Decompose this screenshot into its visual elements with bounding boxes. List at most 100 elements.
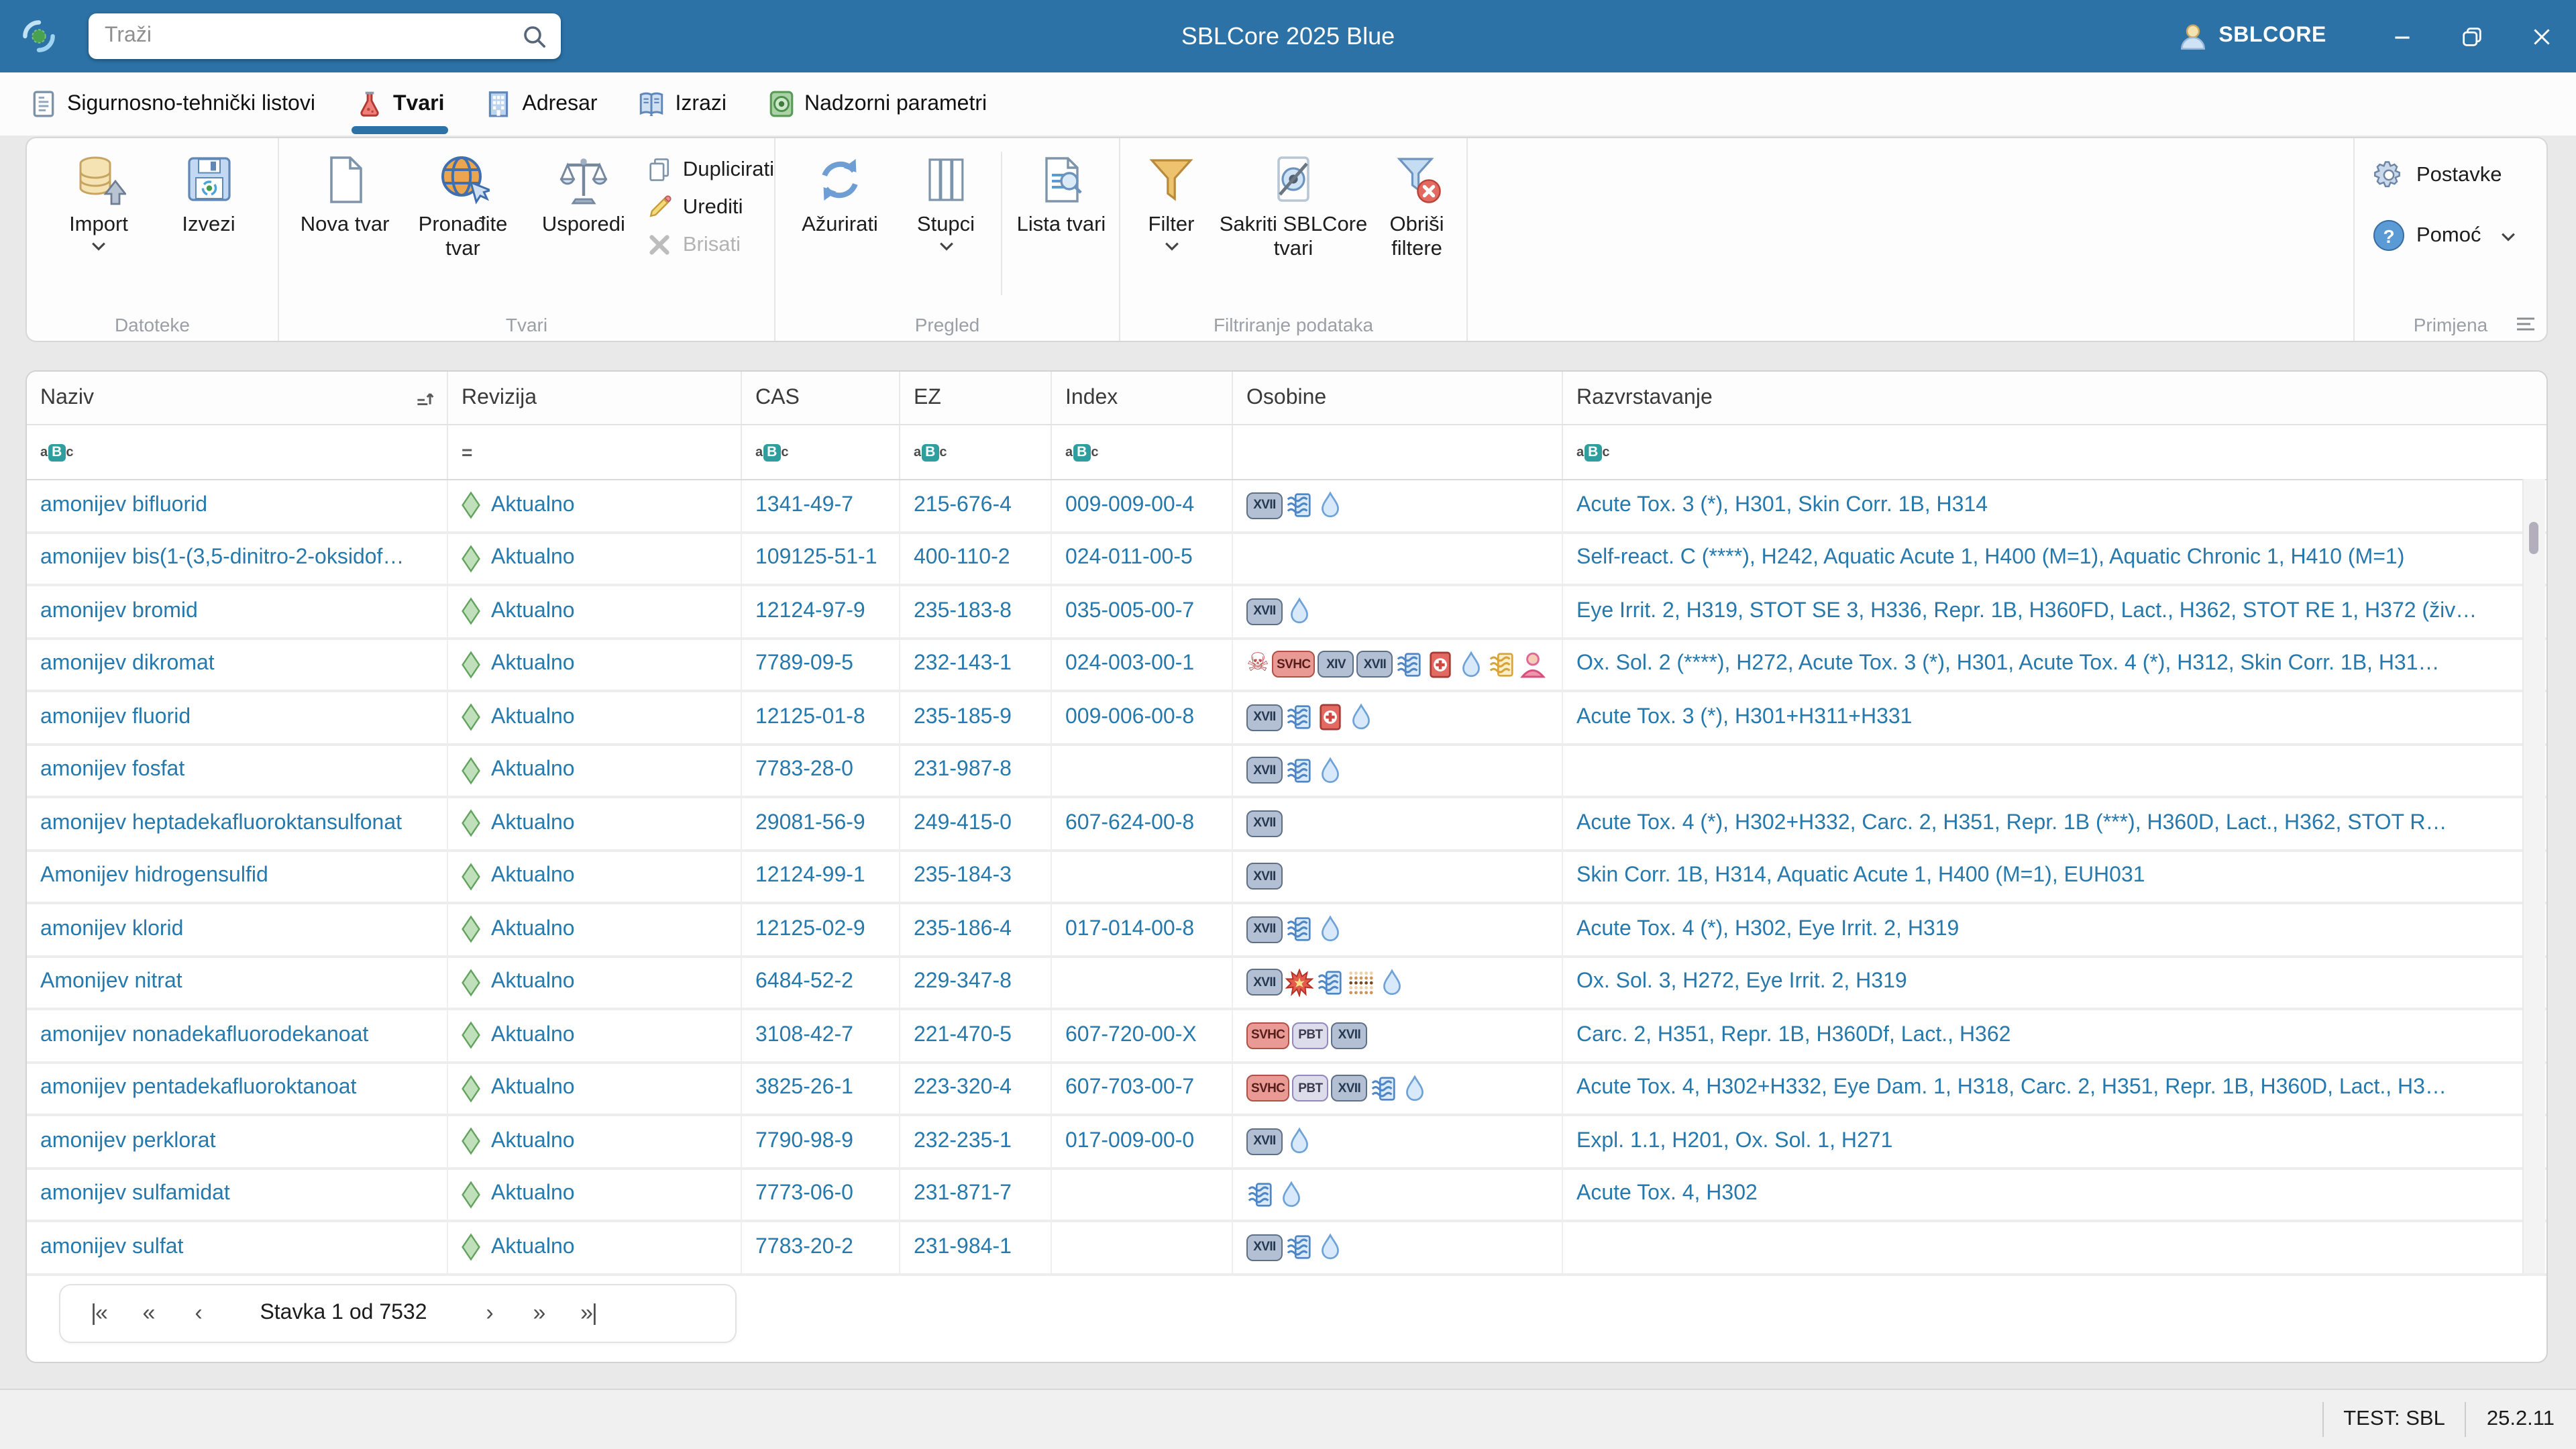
table-row[interactable]: amonijev fosfat Aktualno 7783-28-0 231-987-… <box>27 745 2546 798</box>
minimize-button[interactable] <box>2367 0 2436 72</box>
pager-last-button[interactable]: »| <box>564 1300 613 1327</box>
index-number <box>1052 851 1233 902</box>
ribbon-options-icon[interactable] <box>2516 317 2536 331</box>
pager-next-button[interactable]: › <box>464 1300 514 1327</box>
table-row[interactable]: amonijev pentadekafluoroktanoat Aktualno 3… <box>27 1063 2546 1116</box>
reach-xiv-icon: XIV <box>1318 651 1354 678</box>
substance-list-button[interactable]: Lista tvari <box>1008 138 1115 237</box>
vapour-icon <box>1370 1075 1398 1103</box>
table-row[interactable]: amonijev nonadekafluorodekanoat Aktualno 3… <box>27 1010 2546 1063</box>
substance-name: amonijev bifluorid <box>27 480 448 531</box>
vertical-scrollbar[interactable] <box>2522 479 2545 1273</box>
classification: Expl. 1.1, H201, Ox. Sol. 1, H271 <box>1576 1129 1893 1152</box>
filter-cell-razvrstavanje[interactable]: aBc <box>1563 425 2525 479</box>
table-row[interactable]: amonijev dikromat Aktualno 7789-09-5 232-14… <box>27 639 2546 692</box>
delete-button[interactable]: Brisati <box>647 232 774 258</box>
hide-sblcore-substances-button[interactable]: Sakriti SBLCore tvari <box>1217 138 1370 262</box>
filter-cell-osobine[interactable] <box>1233 425 1563 479</box>
restore-button[interactable] <box>2436 0 2506 72</box>
column-header-index[interactable]: Index <box>1052 372 1233 424</box>
compare-button[interactable]: Usporedi <box>526 138 641 237</box>
index-number: 035-005-00-7 <box>1052 586 1233 637</box>
index-number: 009-009-00-4 <box>1052 480 1233 531</box>
duplicate-button[interactable]: Duplicirati <box>647 157 774 182</box>
filter-cell-ez[interactable]: aBc <box>900 425 1052 479</box>
table-row[interactable]: Amonijev hidrogensulfid Aktualno 12124-99-… <box>27 851 2546 904</box>
status-aktualno-icon <box>462 1127 480 1156</box>
tab-adresar[interactable]: Adresar <box>484 72 598 136</box>
export-floppy-icon <box>182 152 235 208</box>
refresh-button[interactable]: Ažurirati <box>784 138 896 237</box>
help-button[interactable]: ? Pomoć <box>2373 220 2546 251</box>
substance-name: amonijev dikromat <box>27 639 448 690</box>
pager-first-button[interactable]: |« <box>74 1300 123 1327</box>
column-header-revizija[interactable]: Revizija <box>448 372 742 424</box>
column-header-osobine[interactable]: Osobine <box>1233 372 1563 424</box>
edit-button[interactable]: Urediti <box>647 195 774 220</box>
help-icon: ? <box>2373 220 2404 251</box>
index-number: 607-720-00-X <box>1052 1010 1233 1061</box>
export-button[interactable]: Izvezi <box>158 138 260 237</box>
table-row[interactable]: Amonijev nitrat Aktualno 6484-52-2 229-347-… <box>27 957 2546 1010</box>
properties-icons: XVII <box>1233 745 1563 796</box>
properties-icons: ☠ SVHC XIV XVII <box>1233 639 1563 690</box>
table-row[interactable]: amonijev bromid Aktualno 12124-97-9 235-183… <box>27 586 2546 639</box>
find-substance-button[interactable]: Pronađite tvar <box>400 138 526 262</box>
text-filter-abc-icon: aBc <box>1065 443 1099 461</box>
substance-actions: Duplicirati Urediti Brisati <box>647 138 774 258</box>
index-number: 607-624-00-8 <box>1052 798 1233 849</box>
table-row[interactable]: amonijev fluorid Aktualno 12125-01-8 235-18… <box>27 692 2546 745</box>
filter-cell-revizija[interactable]: = <box>448 425 742 479</box>
revision-status: Aktualno <box>448 480 742 531</box>
revision-status: Aktualno <box>448 639 742 690</box>
user-account[interactable]: SBLCORE <box>2177 0 2326 72</box>
filter-cell-cas[interactable]: aBc <box>742 425 900 479</box>
table-body: amonijev bifluorid Aktualno 1341-49-7 215-6… <box>27 480 2546 1275</box>
reach-xvii-icon: XVII <box>1246 704 1283 731</box>
table-row[interactable]: amonijev bis(1-(3,5-dinitro-2-oksidof… Ak… <box>27 533 2546 586</box>
pager-next-fast-button[interactable]: » <box>514 1300 564 1327</box>
table-row[interactable]: amonijev sulfat Aktualno 7783-20-2 231-984-… <box>27 1222 2546 1275</box>
column-header-cas[interactable]: CAS <box>742 372 900 424</box>
filter-cell-naziv[interactable]: aBc <box>27 425 448 479</box>
table-row[interactable]: amonijev sulfamidat Aktualno 7773-06-0 231-… <box>27 1169 2546 1222</box>
table-row[interactable]: amonijev heptadekafluoroktansulfonat Aktu… <box>27 798 2546 851</box>
settings-button[interactable]: Postavke <box>2373 160 2546 191</box>
cas-number: 12125-01-8 <box>742 692 900 743</box>
search-input[interactable] <box>89 24 521 48</box>
tab-tvari[interactable]: Tvari <box>351 72 449 136</box>
cas-number: 7789-09-5 <box>742 639 900 690</box>
search-icon[interactable] <box>521 23 547 50</box>
ribbon-group-datoteke: Import Izvezi Datoteke <box>27 138 279 341</box>
revision-status: Aktualno <box>448 1116 742 1167</box>
filter-button[interactable]: Filter <box>1126 138 1217 251</box>
column-header-ez[interactable]: EZ <box>900 372 1052 424</box>
new-substance-button[interactable]: Nova tvar <box>290 138 400 237</box>
table-row[interactable]: amonijev klorid Aktualno 12125-02-9 235-186… <box>27 904 2546 957</box>
index-number: 024-011-00-5 <box>1052 533 1233 584</box>
properties-icons: SVHC PBT XVII <box>1233 1063 1563 1114</box>
table-row[interactable]: amonijev perklorat Aktualno 7790-98-9 232-2… <box>27 1116 2546 1169</box>
filter-cell-index[interactable]: aBc <box>1052 425 1233 479</box>
tab-izrazi[interactable]: Izrazi <box>638 72 727 136</box>
column-header-naziv[interactable]: Naziv <box>27 372 448 424</box>
pbt-icon: PBT <box>1292 1022 1329 1049</box>
import-button[interactable]: Import <box>45 138 152 251</box>
properties-icons: XVII <box>1233 586 1563 637</box>
clear-filters-button[interactable]: Obriši filtere <box>1370 138 1464 262</box>
tab-label: Sigurnosno-tehnički listovi <box>67 92 315 115</box>
tab-nadzorni-parametri[interactable]: Nadzorni parametri <box>767 72 987 136</box>
tab-sigurnosno-tehnicki-listovi[interactable]: Sigurnosno-tehnički listovi <box>30 72 315 136</box>
table-row[interactable]: amonijev bifluorid Aktualno 1341-49-7 215-6… <box>27 480 2546 533</box>
close-button[interactable] <box>2506 0 2576 72</box>
scrollbar-thumb[interactable] <box>2529 522 2538 554</box>
revision-status: Aktualno <box>448 745 742 796</box>
pager-prev-fast-button[interactable]: « <box>123 1300 173 1327</box>
pager-status-label: Stavka 1 od 7532 <box>260 1301 427 1324</box>
pager-prev-button[interactable]: ‹ <box>173 1300 223 1327</box>
table-header-row: Naziv Revizija CAS EZ Index Osobine Razvrstava… <box>27 372 2546 425</box>
substance-name: amonijev nonadekafluorodekanoat <box>27 1010 448 1061</box>
columns-button[interactable]: Stupci <box>896 138 996 251</box>
revision-status: Aktualno <box>448 586 742 637</box>
column-header-razvrstavanje[interactable]: Razvrstavanje <box>1563 372 2525 424</box>
